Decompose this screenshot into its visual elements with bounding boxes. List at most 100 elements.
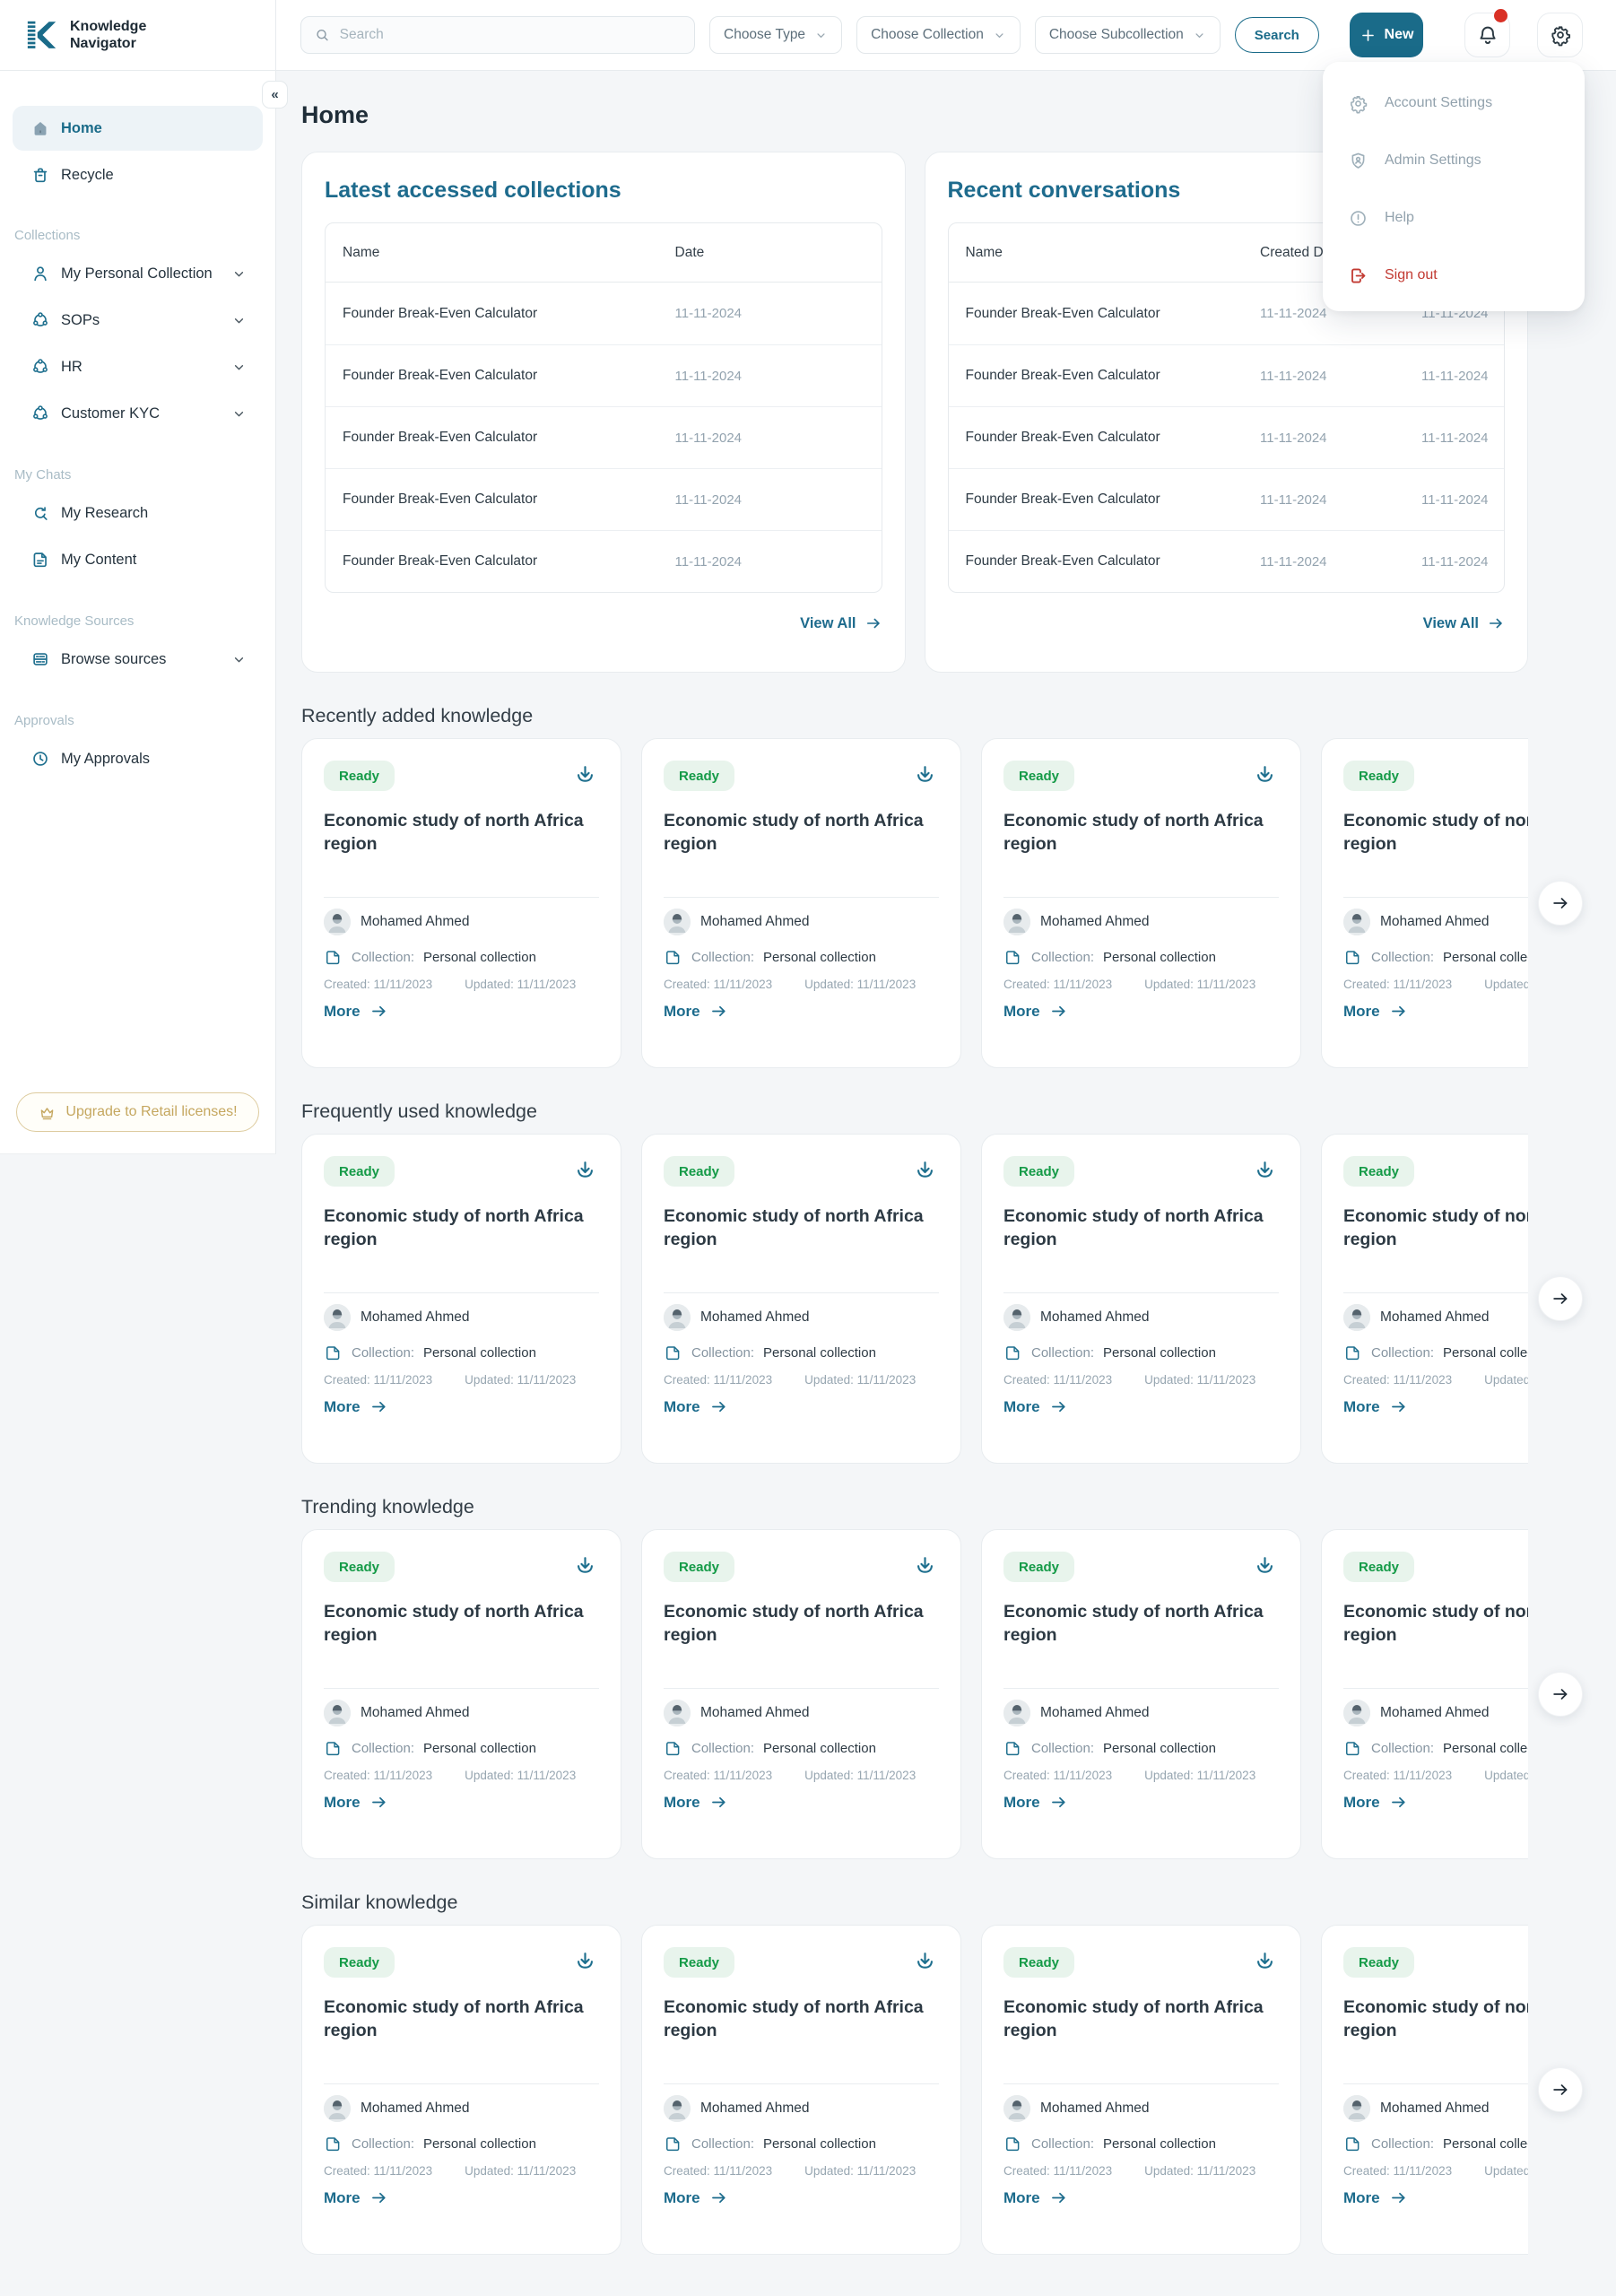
sidebar-item[interactable]: SOPs <box>13 297 263 344</box>
notifications-button[interactable] <box>1464 13 1510 57</box>
avatar <box>1003 909 1030 935</box>
view-all-link[interactable]: View All <box>325 614 882 632</box>
sidebar: Home Recycle Collections My Personal Col… <box>0 71 276 1154</box>
more-link[interactable]: More <box>664 1002 939 1021</box>
knowledge-card: Ready Economic study of north Africa reg… <box>981 1134 1301 1464</box>
sidebar-group: Approvals My Approvals <box>13 713 263 782</box>
sidebar-item[interactable]: My Research <box>13 490 263 536</box>
avatar <box>664 1304 691 1331</box>
sidebar-item[interactable]: HR <box>13 344 263 390</box>
sidebar-item-label: My Personal Collection <box>61 265 213 283</box>
download-button[interactable] <box>1251 1552 1279 1579</box>
more-link[interactable]: More <box>1343 1793 1528 1812</box>
carousel-next-button[interactable] <box>1538 2067 1583 2112</box>
table-row[interactable]: Founder Break-Even Calculator11-11-20241… <box>949 406 1505 468</box>
avatar <box>664 2095 691 2122</box>
search-button[interactable]: Search <box>1235 17 1319 53</box>
download-button[interactable] <box>911 761 939 788</box>
gear-icon <box>1348 93 1368 114</box>
arrow-right-icon <box>1487 614 1505 632</box>
updated-date: Updated: 11/11/2023 <box>804 1769 916 1782</box>
more-link[interactable]: More <box>1343 1002 1528 1021</box>
more-link[interactable]: More <box>1003 1793 1279 1812</box>
row-name: Founder Break-Even Calculator <box>326 368 675 384</box>
collection-file-icon <box>664 948 682 967</box>
carousel-next-button[interactable] <box>1538 1672 1583 1717</box>
avatar <box>1003 1700 1030 1726</box>
menu-item[interactable]: Sign out <box>1323 250 1585 300</box>
table-row[interactable]: Founder Break-Even Calculator11-11-2024 <box>326 468 882 530</box>
more-link[interactable]: More <box>664 1793 939 1812</box>
more-link[interactable]: More <box>324 2188 599 2207</box>
sidebar-item[interactable]: My Content <box>13 536 263 583</box>
row-date: 11-11-2024 <box>675 492 882 508</box>
table-row[interactable]: Founder Break-Even Calculator11-11-2024 <box>326 283 882 344</box>
table-row[interactable]: Founder Break-Even Calculator11-11-2024 <box>326 530 882 592</box>
sidebar-item[interactable]: Home <box>13 106 263 151</box>
download-button[interactable] <box>1251 1947 1279 1975</box>
more-link[interactable]: More <box>324 1793 599 1812</box>
sidebar-item[interactable]: My Approvals <box>13 735 263 782</box>
table-header: NameDate <box>326 223 882 283</box>
updated-date: Updated: 11/11/2023 <box>1484 978 1528 991</box>
sidebar-item[interactable]: Browse sources <box>13 636 263 683</box>
created-date: Created: 11/11/2023 <box>664 1373 772 1387</box>
status-badge: Ready <box>1343 1552 1414 1582</box>
search-input[interactable] <box>340 27 682 43</box>
table-row[interactable]: Founder Break-Even Calculator11-11-20241… <box>949 344 1505 406</box>
more-link[interactable]: More <box>1343 1397 1528 1416</box>
knowledge-title: Economic study of north Africa region <box>664 1205 939 1251</box>
download-button[interactable] <box>1251 1156 1279 1184</box>
knowledge-title: Economic study of north Africa region <box>324 1996 599 2042</box>
arrow-right-icon <box>369 1793 388 1812</box>
carousel-next-button[interactable] <box>1538 881 1583 926</box>
menu-item[interactable]: Help <box>1323 193 1585 243</box>
download-icon <box>1253 1158 1277 1182</box>
more-link[interactable]: More <box>324 1397 599 1416</box>
sidebar-group: My Chats My Research My Content <box>13 467 263 583</box>
sidebar-collapse-button[interactable]: « <box>262 81 288 109</box>
download-button[interactable] <box>571 1156 599 1184</box>
carousel-next-button[interactable] <box>1538 1276 1583 1321</box>
view-all-link[interactable]: View All <box>948 614 1506 632</box>
more-link[interactable]: More <box>324 1002 599 1021</box>
author-name: Mohamed Ahmed <box>1380 2100 1490 2117</box>
download-button[interactable] <box>911 1552 939 1579</box>
avatar <box>1003 1304 1030 1331</box>
collection-label: Collection: <box>352 1741 414 1756</box>
download-button[interactable] <box>571 761 599 788</box>
sidebar-item[interactable]: My Personal Collection <box>13 250 263 297</box>
more-link[interactable]: More <box>1003 1397 1279 1416</box>
settings-button[interactable] <box>1537 13 1583 57</box>
new-button[interactable]: New <box>1350 13 1423 57</box>
menu-item[interactable]: Account Settings <box>1323 78 1585 128</box>
download-button[interactable] <box>911 1156 939 1184</box>
menu-item[interactable]: Admin Settings <box>1323 135 1585 186</box>
table-row[interactable]: Founder Break-Even Calculator11-11-20241… <box>949 468 1505 530</box>
more-link[interactable]: More <box>1003 2188 1279 2207</box>
download-button[interactable] <box>571 1947 599 1975</box>
collection-label: Collection: <box>352 2136 414 2152</box>
filter-dropdown[interactable]: Choose Type <box>709 16 842 54</box>
avatar-person-icon <box>1343 909 1370 935</box>
sidebar-item[interactable]: Customer KYC <box>13 390 263 437</box>
download-button[interactable] <box>571 1552 599 1579</box>
collection-value: Personal collection <box>763 1345 876 1361</box>
more-link[interactable]: More <box>1003 1002 1279 1021</box>
more-link[interactable]: More <box>664 2188 939 2207</box>
more-link[interactable]: More <box>664 1397 939 1416</box>
upgrade-button[interactable]: Upgrade to Retail licenses! <box>16 1092 259 1132</box>
sidebar-item[interactable]: Recycle <box>13 152 263 197</box>
table-row[interactable]: Founder Break-Even Calculator11-11-2024 <box>326 344 882 406</box>
table-row[interactable]: Founder Break-Even Calculator11-11-2024 <box>326 406 882 468</box>
more-link[interactable]: More <box>1343 2188 1528 2207</box>
knowledge-title: Economic study of north Africa region <box>664 809 939 856</box>
sidebar-item-label: My Research <box>61 505 148 522</box>
filter-dropdown[interactable]: Choose Collection <box>856 16 1021 54</box>
sidebar-item-label: SOPs <box>61 312 100 329</box>
download-button[interactable] <box>1251 761 1279 788</box>
table-row[interactable]: Founder Break-Even Calculator11-11-20241… <box>949 530 1505 592</box>
created-date: Created: 11/11/2023 <box>1003 1769 1112 1782</box>
filter-dropdown[interactable]: Choose Subcollection <box>1035 16 1221 54</box>
download-button[interactable] <box>911 1947 939 1975</box>
